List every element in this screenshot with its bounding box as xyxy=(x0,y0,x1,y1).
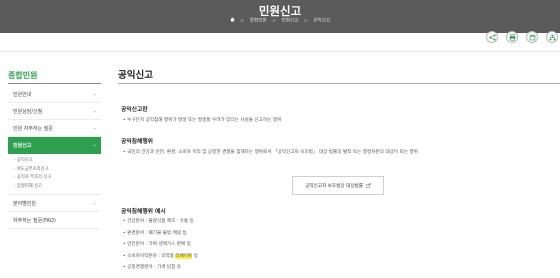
sidebar-item-faq[interactable]: 자주하는 질문(FAQ) xyxy=(8,212,101,230)
sidebar-item-label: 분야별민원 xyxy=(13,200,37,207)
bookmark-icon xyxy=(529,34,535,40)
section-heading: 공익침해행위 예시 xyxy=(121,209,166,215)
sidebar-item-civil-faq[interactable]: 민원 자주하는 질문 xyxy=(8,120,101,137)
sidebar-subitem-official-report[interactable]: - 공직자 부조리 신고 xyxy=(14,174,101,183)
list-item: • 건강분야 : 불량식품 제조 · 유통 등 xyxy=(123,219,194,224)
sidebar-item-civil-by-field[interactable]: 분야별민원 xyxy=(8,195,101,213)
section-heading: 공익침해행위 xyxy=(121,139,153,145)
chevron-up-icon xyxy=(92,144,97,147)
sidebar-item-label: 자주하는 질문(FAQ) xyxy=(13,217,56,224)
sitemap-icon xyxy=(549,34,555,40)
examples-list: • 건강분야 : 불량식품 제조 · 유통 등 • 환경분야 : 폐기물 불법 … xyxy=(123,216,198,274)
content-divider xyxy=(118,83,560,84)
sidebar-subitem-public-report[interactable]: - 공익신고 xyxy=(14,157,101,166)
print-button[interactable] xyxy=(506,31,518,43)
content-title: 공익신고 xyxy=(118,70,153,81)
highlighted-text: 리베이트 xyxy=(175,253,193,259)
list-item: • 소비자이익분야 : 의약품 리베이트 등 xyxy=(123,253,198,259)
list-item: • 환경분야 : 폐기물 불법 매립 등 xyxy=(123,230,187,236)
breadcrumb-separator: > xyxy=(240,18,245,24)
chevron-down-icon xyxy=(92,202,97,205)
sidebar-item-label: 민원안내 xyxy=(13,91,32,98)
list-item: • 공정경쟁분야 : 가격 담합 등 xyxy=(123,265,182,270)
sidebar-submenu: - 공익신고 - 위도급부조리신고 - 공직자 부조리 신고 - 갑질피해 신고 xyxy=(8,154,101,196)
chevron-down-icon xyxy=(92,127,97,130)
sidebar-subitem-subcontract-report[interactable]: - 위도급부조리신고 xyxy=(14,166,101,175)
breadcrumb-item[interactable]: 종합민원 xyxy=(250,19,267,24)
sidebar-title: 종합민원 xyxy=(8,71,38,80)
sidebar-item-label: 민원신고 xyxy=(13,143,32,149)
sidebar-item-civil-report[interactable]: 민원신고 xyxy=(8,137,101,154)
print-icon xyxy=(509,33,515,41)
share-icon xyxy=(488,33,496,41)
home-icon[interactable] xyxy=(230,17,236,24)
section-heading: 공익신고란 xyxy=(121,107,148,113)
external-link-icon xyxy=(366,183,371,188)
sidebar-item-civil-consult[interactable]: 민원상담/신청 xyxy=(8,103,101,120)
chevron-down-icon xyxy=(92,110,97,113)
sidebar-subitem-gapjil-report[interactable]: - 갑질피해 신고 xyxy=(14,183,101,192)
breadcrumb-item[interactable]: 민원신고 xyxy=(281,19,298,24)
sidebar-divider xyxy=(8,83,101,84)
section-body: • 누구든지 공익침해 행위가 발생 또는 발생할 우려가 있다는 사실을 신고… xyxy=(123,118,282,123)
sidebar-item-label: 민원 자주하는 질문 xyxy=(13,125,53,132)
list-item: • 안전분야 : 가짜 냉매가스 판매 등 xyxy=(123,242,191,247)
breadcrumb-separator: > xyxy=(303,18,308,24)
breadcrumb-separator: > xyxy=(272,18,276,24)
chevron-down-icon xyxy=(92,93,97,96)
target-laws-button-label: 공익신고자 보호법상 대상법률 xyxy=(305,183,363,189)
sitemap-button[interactable] xyxy=(546,31,558,43)
sidebar-item-label: 민원상담/신청 xyxy=(13,108,43,115)
bookmark-button[interactable] xyxy=(526,31,538,43)
page-header-banner: 민원신고 > 종합민원 > 민원신고 > 공익신고 xyxy=(0,0,560,33)
target-laws-button[interactable]: 공익신고자 보호법상 대상법률 xyxy=(292,176,384,195)
share-button[interactable] xyxy=(486,31,498,43)
breadcrumb: > 종합민원 > 민원신고 > 공익신고 xyxy=(0,17,560,24)
sidebar-menu: 민원안내 민원상담/신청 민원 자주하는 질문 민원신고 - 공익신고 - 위도… xyxy=(8,86,101,230)
header-divider xyxy=(0,51,560,52)
section-body: • 국민의 건강과 안전, 환경, 소비자 이익 및 공정한 경쟁을 침해하는 … xyxy=(123,150,418,155)
sidebar-item-civil-guide[interactable]: 민원안내 xyxy=(8,86,101,103)
breadcrumb-item-current: 공익신고 xyxy=(313,18,331,24)
